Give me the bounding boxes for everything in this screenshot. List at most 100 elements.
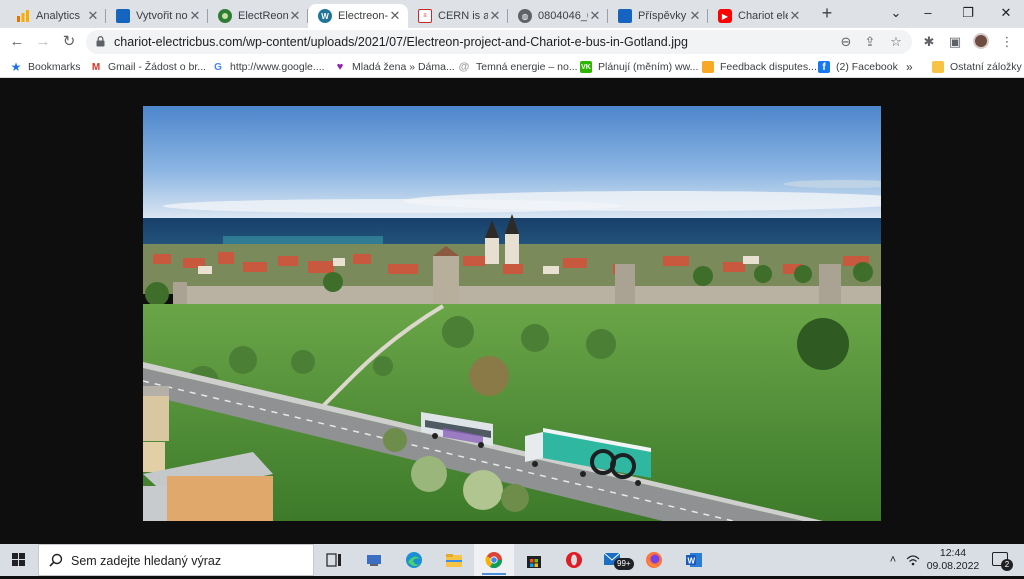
bookmark-label: (2) Facebook <box>836 61 898 73</box>
bag-icon <box>702 61 714 73</box>
close-icon[interactable]: ✕ <box>388 8 402 24</box>
word-icon[interactable]: W <box>674 544 714 576</box>
profile-avatar[interactable] <box>973 33 989 49</box>
blog-icon <box>618 9 632 23</box>
tab-electreon[interactable]: ElectReon's ✕ <box>208 4 308 28</box>
clock-date: 09.08.2022 <box>926 560 980 572</box>
gmail-icon: M <box>90 61 102 73</box>
close-icon[interactable]: ✕ <box>86 8 100 24</box>
restore-button[interactable]: ❐ <box>948 0 988 28</box>
close-icon[interactable]: ✕ <box>788 8 802 24</box>
close-icon[interactable]: ✕ <box>188 8 202 24</box>
forward-button[interactable]: → <box>32 31 54 53</box>
bookmark-item[interactable]: ♥ Mladá žena » Dáma... <box>334 59 455 75</box>
bookmark-item[interactable]: M Gmail - Žádost o br... <box>90 59 206 75</box>
spiral-icon: @ <box>458 61 470 73</box>
close-icon[interactable]: ✕ <box>288 8 302 24</box>
tab-title: CERN is ab <box>438 10 488 22</box>
vk-icon: VK <box>580 61 592 73</box>
firefox-icon[interactable] <box>634 544 674 576</box>
tab-title: Vytvořit no <box>136 10 188 22</box>
bookmark-item[interactable]: @ Temná energie – no... <box>458 59 578 75</box>
browser-toolbar: ← → ↻ chariot-electricbus.com/wp-content… <box>0 28 1024 56</box>
bookmark-item[interactable]: f (2) Facebook <box>818 59 898 75</box>
back-button[interactable]: ← <box>6 31 28 53</box>
analytics-icon <box>16 9 30 23</box>
close-icon[interactable]: ✕ <box>488 8 502 24</box>
new-tab-button[interactable]: + <box>817 4 837 24</box>
blog-icon <box>116 9 130 23</box>
tab-0804046[interactable]: ◍ 0804046_0 ✕ <box>508 4 608 28</box>
edge-icon[interactable] <box>394 544 434 576</box>
bookmark-label: Ostatní záložky <box>950 61 1022 73</box>
tab-strip: Analytics ✕ Vytvořit no ✕ ElectReon's ✕ … <box>0 0 1024 28</box>
bookmark-label: Temná energie – no... <box>476 61 578 73</box>
opera-icon[interactable] <box>554 544 594 576</box>
news-icon: ≡ <box>418 9 432 23</box>
bookmark-label: Bookmarks <box>28 61 81 73</box>
other-bookmarks[interactable]: Ostatní záložky <box>932 59 1022 75</box>
installer-icon[interactable] <box>354 544 394 576</box>
close-icon[interactable]: ✕ <box>688 8 702 24</box>
tab-chariot[interactable]: ▶ Chariot ele ✕ <box>708 4 808 28</box>
task-view-icon[interactable] <box>314 544 354 576</box>
tab-title: 0804046_0 <box>538 10 588 22</box>
zoom-icon[interactable]: ⊖ <box>838 34 854 50</box>
tab-title: Chariot ele <box>738 10 788 22</box>
file-explorer-icon[interactable] <box>434 544 474 576</box>
bookmark-item[interactable]: VK Plánují (měním) ww... <box>580 59 698 75</box>
tab-title: Electreon-p <box>338 10 388 22</box>
windows-icon <box>12 553 25 566</box>
tab-analytics[interactable]: Analytics ✕ <box>6 4 106 28</box>
extensions-icon[interactable]: ✱ <box>921 34 937 50</box>
tab-cern[interactable]: ≡ CERN is ab ✕ <box>408 4 508 28</box>
google-icon: G <box>212 61 224 73</box>
store-icon[interactable] <box>514 544 554 576</box>
photo-gotland-ebus[interactable] <box>143 106 881 521</box>
close-icon[interactable]: ✕ <box>588 8 602 24</box>
chevron-up-icon[interactable]: ˄ <box>884 544 902 576</box>
windows-taskbar: Sem zadejte hledaný výraz 99+ W ˄ 12:44 … <box>0 544 1024 576</box>
tab-electreon-project[interactable]: W Electreon-p ✕ <box>308 4 408 28</box>
bookmarks-bar: ★ Bookmarks M Gmail - Žádost o br... G h… <box>0 56 1024 78</box>
svg-text:W: W <box>688 557 696 566</box>
image-viewer <box>0 78 1024 544</box>
bookmark-label: Mladá žena » Dáma... <box>352 61 455 73</box>
facebook-icon: f <box>818 61 830 73</box>
wifi-icon[interactable] <box>904 544 922 576</box>
lock-icon[interactable] <box>96 36 105 47</box>
star-icon: ★ <box>10 60 22 74</box>
search-placeholder: Sem zadejte hledaný výraz <box>71 554 222 568</box>
address-bar[interactable]: chariot-electricbus.com/wp-content/uploa… <box>86 30 912 54</box>
bookmarks-overflow-button[interactable]: » <box>906 59 913 75</box>
reload-button[interactable]: ↻ <box>58 31 80 53</box>
minimize-button[interactable]: – <box>908 0 948 28</box>
tab-title: ElectReon's <box>238 10 288 22</box>
mail-badge: 99+ <box>614 558 634 570</box>
bookmark-item[interactable]: G http://www.google.... <box>212 59 325 75</box>
wordpress-icon: W <box>318 9 332 23</box>
tab-prispevky[interactable]: Příspěvky ✕ <box>608 4 708 28</box>
tab-title: Analytics <box>36 10 81 22</box>
electreon-icon <box>218 9 232 23</box>
menu-icon[interactable]: ⋮ <box>999 34 1015 50</box>
mail-icon[interactable]: 99+ <box>594 544 634 576</box>
tab-vytvorit[interactable]: Vytvořit no ✕ <box>106 4 208 28</box>
search-icon <box>49 553 63 567</box>
folder-icon <box>932 61 944 73</box>
system-clock[interactable]: 12:44 09.08.2022 <box>922 547 984 573</box>
bookmark-item[interactable]: Feedback disputes... <box>702 59 817 75</box>
chrome-icon[interactable] <box>474 544 514 576</box>
youtube-icon: ▶ <box>718 9 732 23</box>
taskbar-search[interactable]: Sem zadejte hledaný výraz <box>38 544 314 576</box>
tab-title: Příspěvky <box>638 10 687 22</box>
bookmark-label: Plánují (měním) ww... <box>598 61 699 73</box>
side-panel-icon[interactable]: ▣ <box>947 34 963 50</box>
url-text[interactable]: chariot-electricbus.com/wp-content/uploa… <box>114 35 688 49</box>
share-icon[interactable]: ⇪ <box>862 34 878 50</box>
close-window-button[interactable]: ✕ <box>986 0 1024 28</box>
start-button[interactable] <box>0 544 38 576</box>
bookmark-star-icon[interactable]: ☆ <box>888 34 904 50</box>
bookmark-item[interactable]: ★ Bookmarks <box>10 59 81 75</box>
clock-time: 12:44 <box>939 547 967 559</box>
